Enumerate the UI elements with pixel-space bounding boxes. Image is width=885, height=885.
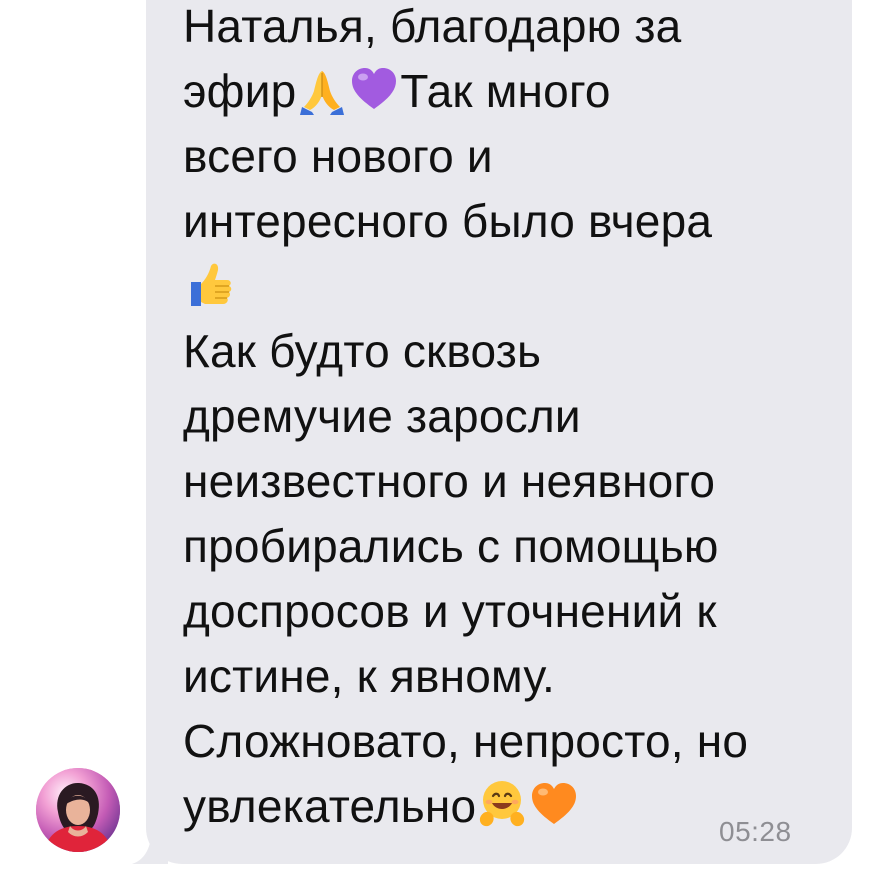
message-line: пробирались с помощью (183, 514, 823, 579)
folded-hands-icon (296, 63, 348, 115)
line-text: дремучие заросли (183, 390, 581, 442)
line-text: Как будто сквозь (183, 325, 542, 377)
sender-avatar[interactable] (36, 768, 120, 852)
message-line (183, 254, 823, 319)
thumbs-up-icon (183, 258, 235, 310)
message-line: Наталья, благодарю за (183, 0, 823, 59)
line-text: истине, к явному. (183, 650, 555, 702)
orange-heart-icon (528, 778, 580, 830)
line-text: Так много (400, 65, 611, 117)
line-text: всего нового и (183, 130, 493, 182)
bubble-tail (132, 832, 168, 864)
line-text: увлекательно (183, 780, 477, 832)
message-line: дремучие заросли (183, 384, 823, 449)
line-text: Сложновато, непросто, но (183, 715, 749, 767)
message-timestamp: 05:28 (719, 816, 792, 847)
line-text: интересного было вчера (183, 195, 713, 247)
line-text: Наталья, благодарю за (183, 0, 682, 52)
line-text: доспросов и уточнений к (183, 585, 717, 637)
message-line: Как будто сквозь (183, 319, 823, 384)
message-line: всего нового и (183, 124, 823, 189)
message-line: интересного было вчера (183, 189, 823, 254)
chat-screen: Наталья, благодарю за эфир Так много все… (0, 0, 885, 885)
message-line: доспросов и уточнений к (183, 579, 823, 644)
message-line: неизвестного и неявного (183, 449, 823, 514)
line-text: эфир (183, 65, 297, 117)
avatar-image (36, 768, 120, 852)
message-line: Сложновато, непросто, но (183, 709, 823, 774)
line-text: пробирались с помощью (183, 520, 719, 572)
hugging-face-icon (476, 778, 528, 830)
message-line: эфир Так много (183, 59, 823, 124)
purple-heart-icon (348, 63, 400, 115)
message-text: Наталья, благодарю за эфир Так много все… (183, 0, 823, 839)
message-line: истине, к явному. (183, 644, 823, 709)
line-text: неизвестного и неявного (183, 455, 716, 507)
